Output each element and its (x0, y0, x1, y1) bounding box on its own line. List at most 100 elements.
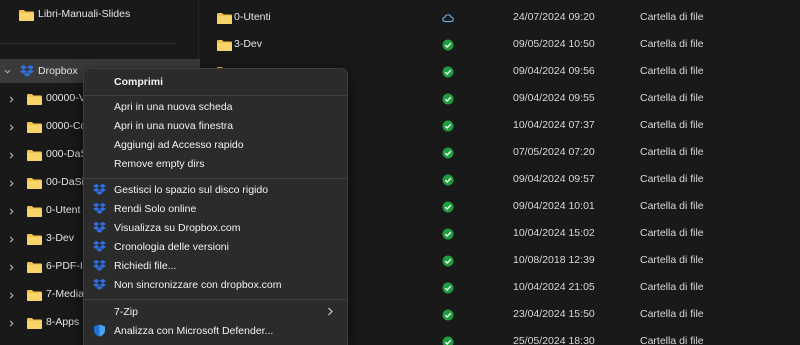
cloud-status-icon (442, 14, 454, 23)
chevron-down-icon[interactable] (2, 66, 12, 76)
file-date: 10/04/2024 21:05 (513, 281, 595, 293)
dropbox-icon (93, 183, 106, 195)
nav-item-label: 000-DaS (46, 148, 88, 160)
chevron-right-icon (328, 307, 333, 316)
folder-icon (27, 318, 42, 329)
dropbox-icon (93, 221, 106, 233)
menu-item-defender-scan[interactable]: Analizza con Microsoft Defender... (88, 321, 343, 340)
chevron-right-icon[interactable] (6, 206, 16, 216)
folder-icon (27, 122, 42, 133)
file-type: Cartella di file (640, 308, 704, 320)
menu-item-open-new-tab[interactable]: Apri in una nuova scheda (88, 97, 343, 116)
file-date: 09/04/2024 09:57 (513, 173, 595, 185)
menu-item-label: Remove empty dirs (114, 157, 205, 170)
chevron-right-icon[interactable] (6, 262, 16, 272)
file-type: Cartella di file (640, 119, 704, 131)
nav-item-label: Libri-Manuali-Slides (38, 8, 131, 20)
chevron-right-icon[interactable] (6, 178, 16, 188)
file-date: 09/05/2024 10:50 (513, 38, 595, 50)
nav-item-label: 3-Dev (46, 232, 75, 244)
file-type: Cartella di file (640, 173, 704, 185)
file-type: Cartella di file (640, 254, 704, 266)
dropbox-icon (93, 259, 106, 271)
synced-status-icon (442, 255, 454, 267)
folder-icon (27, 94, 42, 105)
chevron-right-icon[interactable] (6, 318, 16, 328)
chevron-right-icon[interactable] (6, 150, 16, 160)
dropbox-icon (93, 240, 106, 252)
file-type: Cartella di file (640, 227, 704, 239)
dropbox-icon (20, 65, 34, 77)
file-date: 24/07/2024 09:20 (513, 11, 595, 23)
nav-item-label: 00-DaSi (46, 176, 84, 188)
menu-item-label: Cronologia delle versioni (114, 240, 229, 253)
nav-item-label: 8-Apps (46, 316, 80, 328)
defender-shield-icon (94, 324, 105, 337)
chevron-right-icon[interactable] (6, 122, 16, 132)
menu-item-label: 7-Zip (114, 305, 138, 318)
file-row[interactable]: 3-Dev 09/05/2024 10:50 Cartella di file (200, 32, 800, 58)
menu-item-compress[interactable]: Comprimi (88, 72, 343, 91)
dropbox-icon (93, 278, 106, 290)
context-menu: Comprimi Apri in una nuova scheda Apri i… (83, 68, 348, 345)
dropbox-icon (93, 202, 106, 214)
folder-icon (27, 290, 42, 301)
menu-separator (84, 95, 347, 96)
chevron-right-icon[interactable] (6, 94, 16, 104)
synced-status-icon (442, 120, 454, 132)
menu-item-open-new-window[interactable]: Apri in una nuova finestra (88, 116, 343, 135)
menu-item-label: Gestisci lo spazio sul disco rigido (114, 183, 269, 196)
menu-separator (84, 178, 347, 179)
synced-status-icon (442, 228, 454, 240)
folder-icon (27, 178, 42, 189)
file-date: 09/04/2024 10:01 (513, 200, 595, 212)
synced-status-icon (442, 309, 454, 321)
synced-status-icon (442, 66, 454, 78)
file-date: 07/05/2024 07:20 (513, 146, 595, 158)
folder-icon (19, 10, 34, 21)
menu-item-dropbox-version-history[interactable]: Cronologia delle versioni (88, 237, 343, 256)
menu-item-dropbox-online-only[interactable]: Rendi Solo online (88, 199, 343, 218)
menu-item-dropbox-dont-sync[interactable]: Non sincronizzare con dropbox.com (88, 275, 343, 294)
folder-icon (27, 206, 42, 217)
menu-item-remove-empty-dirs[interactable]: Remove empty dirs (88, 154, 343, 173)
menu-item-label: Analizza con Microsoft Defender... (114, 324, 274, 337)
file-name: 3-Dev (234, 38, 263, 50)
synced-status-icon (442, 93, 454, 105)
file-row[interactable]: 0-Utenti 24/07/2024 09:20 Cartella di file (200, 5, 800, 31)
folder-icon (27, 150, 42, 161)
synced-status-icon (442, 282, 454, 294)
file-date: 10/08/2018 12:39 (513, 254, 595, 266)
menu-item-label: Non sincronizzare con dropbox.com (114, 278, 282, 291)
file-type: Cartella di file (640, 146, 704, 158)
folder-icon (27, 234, 42, 245)
menu-separator (84, 299, 347, 300)
menu-item-dropbox-view-web[interactable]: Visualizza su Dropbox.com (88, 218, 343, 237)
nav-item-libri-manuali-slides[interactable]: Libri-Manuali-Slides (0, 3, 200, 27)
menu-item-7zip[interactable]: 7-Zip (88, 302, 343, 321)
file-date: 10/04/2024 07:37 (513, 119, 595, 131)
file-type: Cartella di file (640, 38, 704, 50)
menu-item-label: Aggiungi ad Accesso rapido (114, 138, 244, 151)
chevron-right-icon[interactable] (6, 290, 16, 300)
menu-item-label: Rendi Solo online (114, 202, 197, 215)
menu-item-label: Apri in una nuova scheda (114, 100, 233, 113)
file-type: Cartella di file (640, 281, 704, 293)
file-type: Cartella di file (640, 92, 704, 104)
nav-item-label: 00000-V (46, 92, 86, 104)
menu-item-add-quick-access[interactable]: Aggiungi ad Accesso rapido (88, 135, 343, 154)
file-type: Cartella di file (640, 200, 704, 212)
synced-status-icon (442, 336, 454, 345)
folder-icon (217, 40, 232, 51)
menu-item-dropbox-manage-space[interactable]: Gestisci lo spazio sul disco rigido (88, 180, 343, 199)
file-date: 09/04/2024 09:55 (513, 92, 595, 104)
chevron-right-icon[interactable] (6, 234, 16, 244)
synced-status-icon (442, 174, 454, 186)
menu-item-label: Richiedi file... (114, 259, 177, 272)
menu-item-dropbox-request-files[interactable]: Richiedi file... (88, 256, 343, 275)
nav-divider (0, 43, 176, 44)
menu-item-label: Visualizza su Dropbox.com (114, 221, 241, 234)
synced-status-icon (442, 39, 454, 51)
folder-icon (217, 13, 232, 24)
file-type: Cartella di file (640, 335, 704, 345)
